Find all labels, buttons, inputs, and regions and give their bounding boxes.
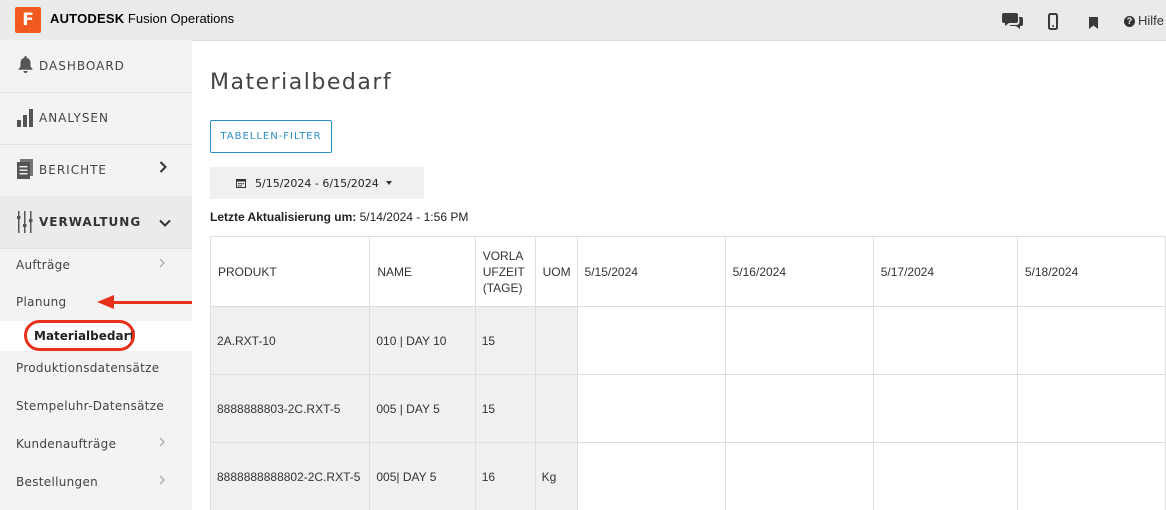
nav-dashboard[interactable]: DASHBOARD [0, 40, 192, 93]
cell-date [724, 442, 874, 510]
table-filter-button[interactable]: TABELLEN-FILTER [210, 120, 332, 153]
sidebar-item-auftraege[interactable]: Aufträge [0, 246, 192, 284]
material-table-container[interactable]: PRODUKT NAME VORLA UFZEIT (TAGE) UOM 5/1… [210, 236, 1166, 510]
cell-name: 005 | DAY 5 [369, 374, 476, 443]
table-row[interactable]: 2A.RXT-10 010 | DAY 10 15 [210, 306, 1166, 375]
cell-lead-time: 15 [474, 374, 536, 443]
calendar-icon [236, 178, 246, 191]
cell-date [1016, 374, 1166, 443]
sidebar-item-label: Bestellungen [16, 475, 99, 489]
brand-product: Fusion Operations [124, 11, 235, 26]
sidebar-item-label: Stempeluhr-Datensätze [16, 399, 165, 413]
bookmark-icon[interactable] [1089, 16, 1098, 34]
column-header[interactable]: NAME [369, 236, 476, 307]
header-line: VORLA [482, 248, 524, 263]
nav-berichte-label: BERICHTE [39, 163, 108, 177]
help-label: Hilfe [1138, 13, 1165, 28]
cell-produkt: 2A.RXT-10 [210, 306, 371, 375]
sidebar-item-produktionsdatensaetze[interactable]: Produktionsdatensätze [0, 349, 192, 387]
last-update: Letzte Aktualisierung um: 5/14/2024 - 1:… [210, 210, 468, 224]
column-header[interactable]: VORLA UFZEIT (TAGE) [474, 236, 536, 307]
nav-verwaltung-label: VERWALTUNG [39, 215, 142, 229]
cell-date [872, 442, 1018, 510]
cell-name: 010 | DAY 10 [369, 306, 476, 375]
date-range-value: 5/15/2024 - 6/15/2024 [255, 177, 379, 190]
cell-date [1016, 306, 1166, 375]
sidebar-item-label: Produktionsdatensätze [16, 361, 160, 375]
column-header[interactable]: PRODUKT [210, 236, 371, 307]
annotation-arrow-head [97, 295, 114, 309]
app-logo[interactable]: F [15, 7, 41, 33]
brand-autodesk: AUTODESK [50, 11, 125, 26]
chat-icon[interactable] [1002, 11, 1024, 34]
page-title: Materialbedarf [210, 70, 393, 95]
nav-analysen[interactable]: ANALYSEN [0, 92, 192, 145]
sidebar-item-label: Kundenaufträge [16, 437, 117, 451]
cell-date [872, 374, 1018, 443]
caret-down-icon [386, 181, 392, 185]
sidebar-item-label: Aufträge [16, 258, 71, 272]
nav-analysen-label: ANALYSEN [39, 111, 109, 125]
help-link[interactable]: ? Hilfe [1124, 13, 1164, 28]
nav-berichte[interactable]: BERICHTE [0, 144, 192, 197]
column-header[interactable]: UOM [534, 236, 578, 307]
chevron-right-icon [159, 161, 167, 177]
cell-produkt: 8888888888802-2C.RXT-5 [210, 442, 371, 510]
header-line: UFZEIT [482, 264, 525, 279]
cell-name: 005| DAY 5 [369, 442, 476, 510]
cell-uom [534, 306, 578, 375]
sidebar-item-kundenauftraege[interactable]: Kundenaufträge [0, 425, 192, 463]
bar-chart-icon [17, 107, 35, 130]
column-header[interactable]: 5/15/2024 [576, 236, 726, 307]
sidebar-item-bestellungen[interactable]: Bestellungen [0, 463, 192, 501]
cell-date [724, 306, 874, 375]
cell-date [1016, 442, 1166, 510]
cell-uom: Kg [534, 442, 578, 510]
chevron-right-icon [159, 474, 165, 488]
cell-lead-time: 15 [474, 306, 536, 375]
nav-dashboard-label: DASHBOARD [39, 59, 125, 73]
column-header[interactable]: 5/16/2024 [724, 236, 874, 307]
highlight-circle [24, 320, 135, 351]
mobile-icon[interactable] [1048, 13, 1058, 35]
document-icon [17, 159, 34, 182]
table-row[interactable]: 8888888888802-2C.RXT-5 005| DAY 5 16 Kg [210, 442, 1166, 510]
cell-date [872, 306, 1018, 375]
chevron-down-icon [159, 215, 171, 231]
material-table: PRODUKT NAME VORLA UFZEIT (TAGE) UOM 5/1… [210, 236, 1166, 510]
date-range-dropdown[interactable]: 5/15/2024 - 6/15/2024 [210, 167, 424, 199]
chevron-right-icon [159, 257, 165, 271]
header-line: (TAGE) [482, 280, 523, 295]
cell-produkt: 8888888803-2C.RXT-5 [210, 374, 371, 443]
table-header-row: PRODUKT NAME VORLA UFZEIT (TAGE) UOM 5/1… [210, 236, 1166, 307]
column-header[interactable]: 5/17/2024 [872, 236, 1018, 307]
cell-date [576, 374, 726, 443]
sidebar-item-stempeluhr[interactable]: Stempeluhr-Datensätze [0, 387, 192, 425]
last-update-label: Letzte Aktualisierung um: [210, 210, 357, 224]
app-brand: AUTODESK Fusion Operations [50, 11, 234, 26]
cell-uom [534, 374, 578, 443]
table-row[interactable]: 8888888803-2C.RXT-5 005 | DAY 5 15 [210, 374, 1166, 443]
help-icon: ? [1124, 16, 1135, 27]
top-bar: F AUTODESK Fusion Operations ? Hilfe [0, 0, 1166, 41]
cell-date [724, 374, 874, 443]
nav-verwaltung[interactable]: VERWALTUNG [0, 196, 192, 249]
cell-date [576, 442, 726, 510]
last-update-value: 5/14/2024 - 1:56 PM [356, 210, 469, 224]
cell-lead-time: 16 [474, 442, 536, 510]
cell-date [576, 306, 726, 375]
chevron-right-icon [159, 436, 165, 450]
column-header[interactable]: 5/18/2024 [1016, 236, 1166, 307]
bell-icon [17, 55, 34, 77]
sliders-icon [17, 211, 33, 236]
annotation-arrow-shaft [112, 301, 192, 304]
sidebar-item-label: Planung [16, 295, 67, 309]
